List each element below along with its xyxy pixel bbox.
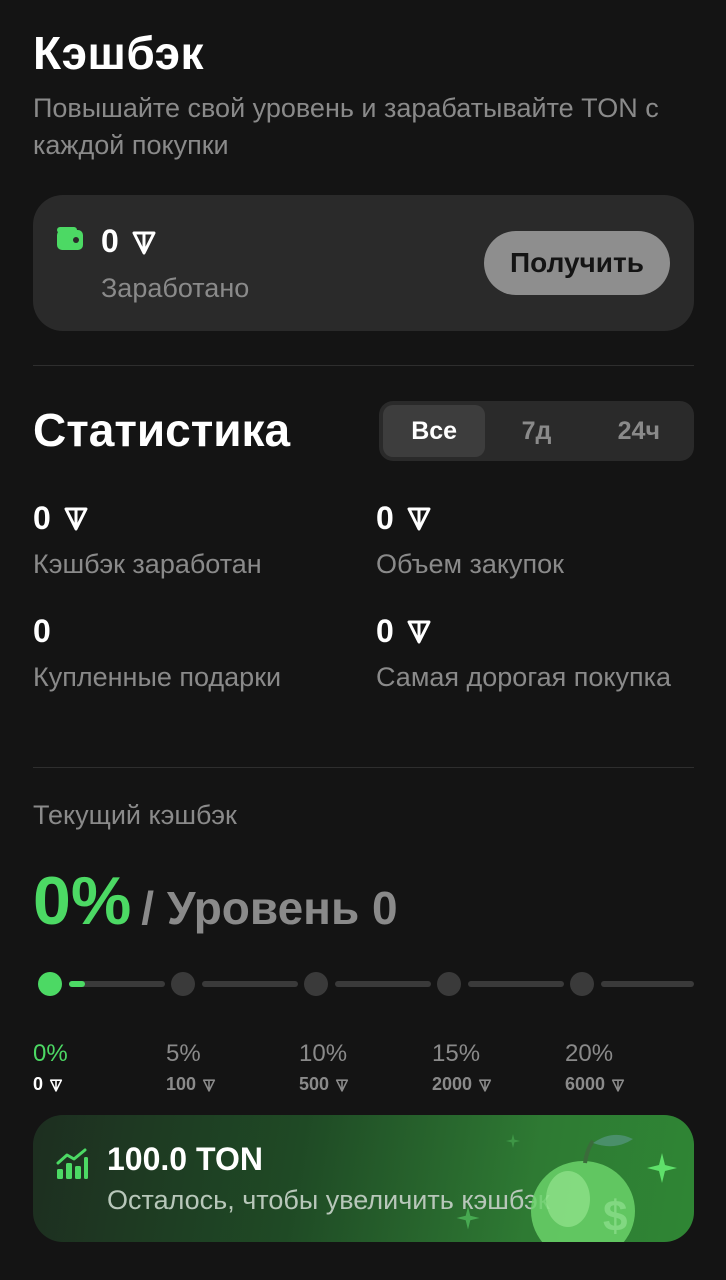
level-progress-track: [33, 960, 694, 1008]
stat-value: 0: [33, 499, 51, 536]
stat-purchase-volume: 0 Объем закупок: [376, 498, 564, 583]
stat-cashback-earned: 0 Кэшбэк заработан: [33, 498, 262, 583]
ton-icon: [335, 1078, 349, 1092]
tier-3: 15% 2000: [432, 1040, 493, 1095]
wallet-icon: [57, 227, 83, 250]
track-segment: [335, 981, 431, 987]
chart-growth-icon: [56, 1148, 88, 1179]
divider: [33, 767, 694, 768]
period-selector: Все 7д 24ч: [379, 401, 694, 461]
track-progress-fill: [69, 981, 85, 987]
tier-percent: 15%: [432, 1040, 481, 1067]
earned-amount: 0: [101, 223, 159, 260]
tier-percent: 0%: [33, 1040, 68, 1067]
ton-icon: [64, 507, 88, 531]
level-dot-4: [570, 972, 594, 996]
tier-2: 10% 500: [299, 1040, 350, 1095]
claim-button[interactable]: Получить: [484, 231, 670, 295]
stat-gifts-bought: 0 Купленные подарки: [33, 611, 281, 696]
sparkle-icon: [456, 1206, 480, 1230]
tier-amount: 6000: [565, 1074, 606, 1094]
page-subtitle: Повышайте свой уровень и зарабатывайте T…: [33, 93, 659, 160]
period-tab-24h[interactable]: 24ч: [588, 405, 690, 457]
stat-value: 0: [376, 499, 394, 536]
track-segment: [468, 981, 564, 987]
stats-title: Статистика: [33, 404, 291, 456]
apple-coin-icon: $: [531, 1134, 635, 1242]
period-tab-all[interactable]: Все: [383, 405, 486, 457]
level-dot-2: [304, 972, 328, 996]
period-tab-7d[interactable]: 7д: [485, 405, 587, 457]
ton-icon: [407, 507, 431, 531]
promo-title: 100.0 TON: [107, 1141, 263, 1177]
tier-0: 0% 0: [33, 1040, 68, 1095]
stat-label: Кэшбэк заработан: [33, 549, 262, 579]
current-cashback: 0% / Уровень 0: [33, 862, 398, 940]
tier-percent: 20%: [565, 1040, 614, 1067]
tier-amount: 500: [299, 1074, 330, 1094]
sparkle-icon: [505, 1133, 521, 1149]
ton-icon: [202, 1078, 216, 1092]
earned-card: 0 Заработано Получить: [33, 195, 694, 331]
stat-label: Объем закупок: [376, 549, 564, 579]
current-cashback-percent: 0%: [33, 863, 132, 939]
ton-icon: [132, 231, 156, 254]
tier-amount: 100: [166, 1074, 197, 1094]
track-segment: [601, 981, 694, 987]
promo-subtitle: Осталось, чтобы увеличить кэшбэк: [107, 1185, 550, 1215]
tier-4: 20% 6000: [565, 1040, 626, 1095]
tier-amount: 2000: [432, 1074, 473, 1094]
ton-icon: [478, 1078, 492, 1092]
stat-most-expensive: 0 Самая дорогая покупка: [376, 611, 676, 696]
ton-icon: [611, 1078, 625, 1092]
next-level-banner[interactable]: 100.0 TON Осталось, чтобы увеличить кэшб…: [33, 1115, 694, 1242]
tier-1: 5% 100: [166, 1040, 217, 1095]
stat-label: Купленные подарки: [33, 662, 282, 692]
earned-amount-value: 0: [101, 223, 119, 259]
ton-icon: [49, 1078, 63, 1092]
divider: [33, 365, 694, 366]
current-cashback-label: Текущий кэшбэк: [33, 800, 237, 830]
level-dot-3: [437, 972, 461, 996]
sparkle-icon: [647, 1153, 677, 1183]
level-dot-1: [171, 972, 195, 996]
stat-label: Самая дорогая покупка: [376, 662, 672, 692]
tier-percent: 10%: [299, 1040, 348, 1067]
stat-value: 0: [33, 612, 51, 649]
ton-icon: [407, 620, 431, 644]
level-dot-0: [38, 972, 62, 996]
svg-text:$: $: [603, 1192, 627, 1241]
tier-percent: 5%: [166, 1040, 201, 1067]
page-title: Кэшбэк: [33, 27, 205, 79]
earned-label: Заработано: [101, 273, 250, 303]
tier-amount: 0: [33, 1074, 44, 1094]
track-segment: [202, 981, 298, 987]
stat-value: 0: [376, 612, 394, 649]
current-level: / Уровень 0: [141, 882, 398, 934]
